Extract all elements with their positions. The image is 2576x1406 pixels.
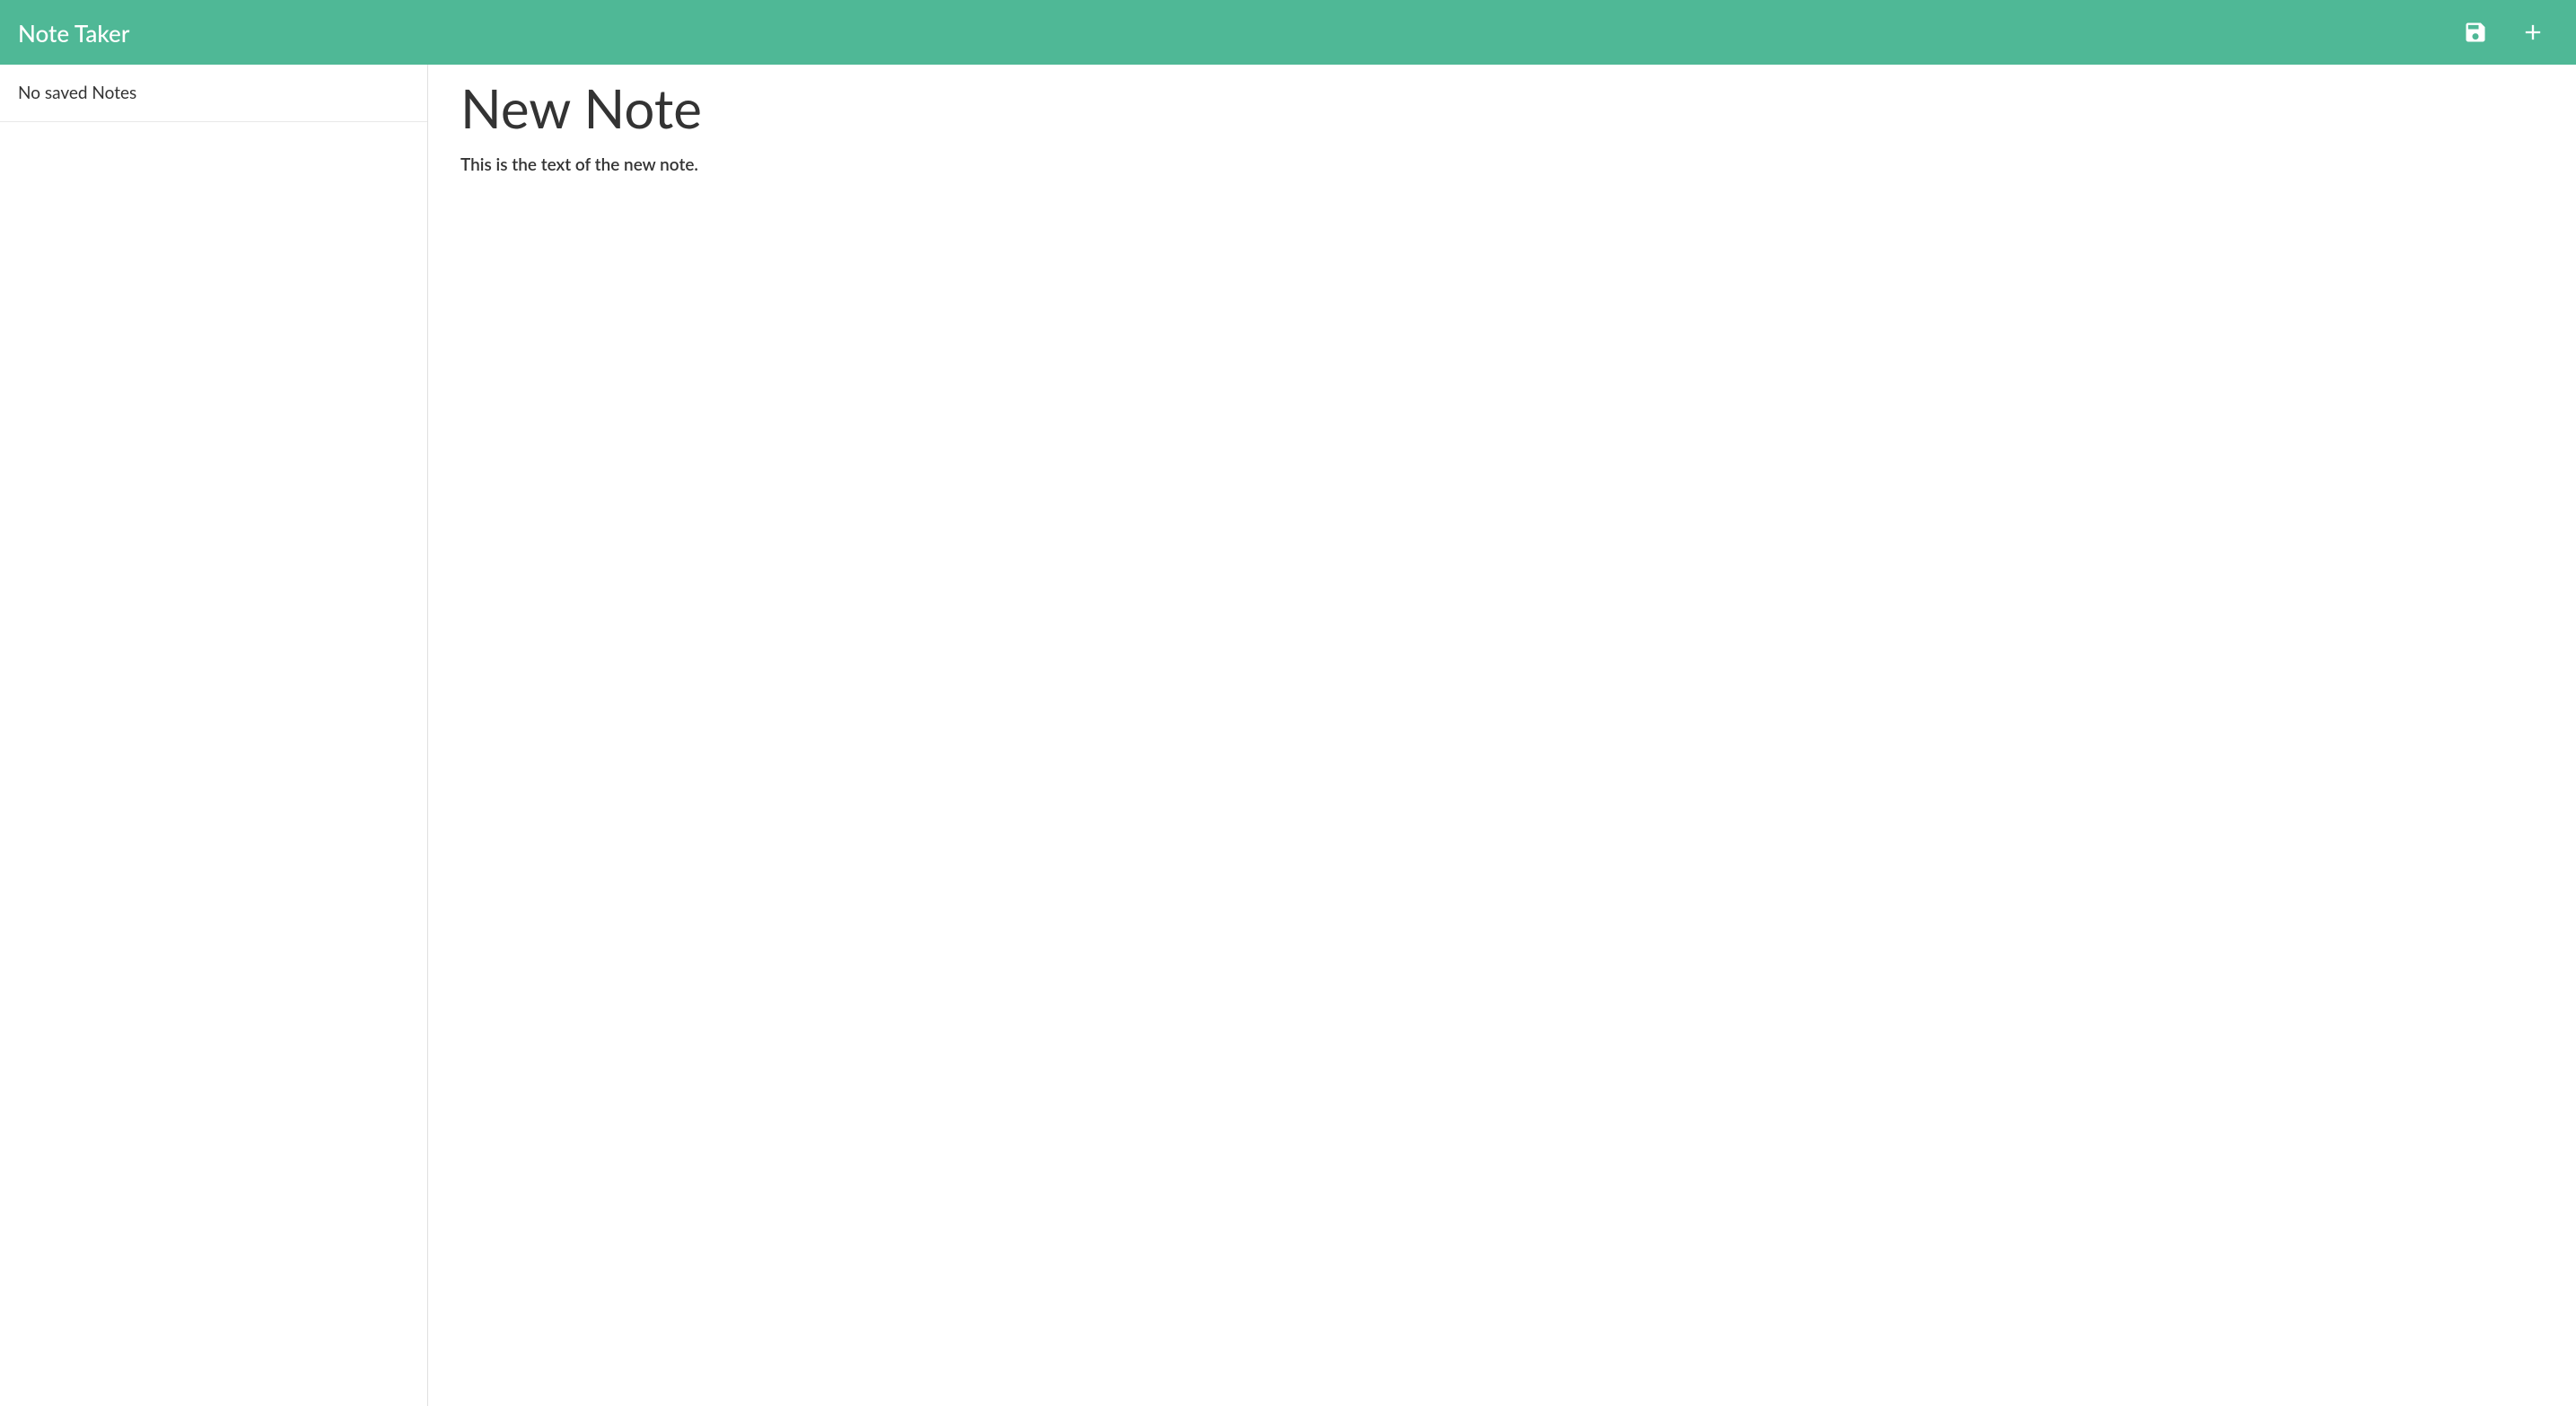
add-note-button[interactable] bbox=[2517, 16, 2549, 51]
header-actions bbox=[2459, 16, 2558, 51]
notes-sidebar: No saved Notes bbox=[0, 65, 428, 1406]
note-editor: New Note This is the text of the new not… bbox=[428, 65, 2576, 1406]
note-title-input[interactable]: New Note bbox=[460, 75, 2544, 140]
app-title: Note Taker bbox=[18, 19, 129, 48]
main-container: No saved Notes New Note This is the text… bbox=[0, 65, 2576, 1406]
save-icon bbox=[2463, 20, 2488, 48]
sidebar-empty-message: No saved Notes bbox=[0, 65, 427, 122]
note-body-input[interactable]: This is the text of the new note. bbox=[460, 154, 2544, 175]
plus-icon bbox=[2520, 20, 2545, 48]
save-button[interactable] bbox=[2459, 16, 2492, 51]
app-header: Note Taker bbox=[0, 0, 2576, 65]
